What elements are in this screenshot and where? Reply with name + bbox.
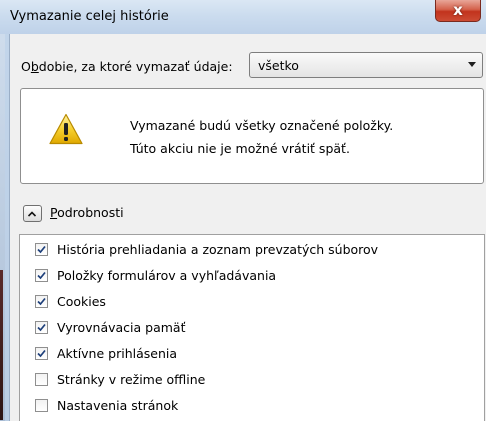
close-button[interactable]: x bbox=[435, 0, 481, 22]
checkmark-icon bbox=[37, 349, 46, 358]
list-item-label: Nastavenia stránok bbox=[57, 398, 179, 413]
window-left-edge bbox=[0, 0, 5, 421]
time-range-label: Obdobie, za ktoré vymazať údaje: bbox=[21, 59, 233, 74]
list-item-active-logins[interactable]: Aktívne prihlásenia bbox=[20, 341, 484, 367]
time-range-accesskey: b bbox=[30, 59, 39, 74]
list-item-history[interactable]: História prehliadania a zoznam prevzatýc… bbox=[20, 237, 484, 263]
warning-panel: Vymazané budú všetky označené položky. T… bbox=[20, 88, 484, 184]
checkbox-checked[interactable] bbox=[35, 321, 48, 334]
background-window-edge bbox=[0, 270, 3, 420]
list-item-label: Aktívne prihlásenia bbox=[57, 346, 178, 361]
title-bar: Vymazanie celej histórie x bbox=[0, 0, 486, 34]
window-title: Vymazanie celej histórie bbox=[10, 9, 169, 24]
checkmark-icon bbox=[37, 297, 46, 306]
checkbox-checked[interactable] bbox=[35, 347, 48, 360]
list-item-offline-pages[interactable]: Stránky v režime offline bbox=[20, 367, 484, 393]
details-label-part: odrobnosti bbox=[57, 205, 124, 220]
checkbox-unchecked[interactable] bbox=[35, 399, 48, 412]
time-range-value: všetko bbox=[258, 58, 299, 73]
checkbox-checked[interactable] bbox=[35, 243, 48, 256]
close-icon: x bbox=[453, 1, 463, 19]
list-item-cache[interactable]: Vyrovnávacia pamäť bbox=[20, 315, 484, 341]
list-item-cookies[interactable]: Cookies bbox=[20, 289, 484, 315]
list-item-forms[interactable]: Položky formulárov a vyhľadávania bbox=[20, 263, 484, 289]
checkbox-checked[interactable] bbox=[35, 295, 48, 308]
chevron-down-icon bbox=[468, 62, 476, 67]
checkbox-unchecked[interactable] bbox=[35, 373, 48, 386]
clear-history-dialog: Vymazanie celej histórie x Obdobie, za k… bbox=[0, 0, 486, 421]
warning-triangle-icon bbox=[49, 113, 83, 145]
warning-text-line-1: Vymazané budú všetky označené položky. bbox=[130, 118, 394, 133]
warning-text-line-2: Túto akciu nie je možné vrátiť späť. bbox=[130, 141, 350, 156]
list-item-site-settings[interactable]: Nastavenia stránok bbox=[20, 393, 484, 419]
list-item-label: Vyrovnávacia pamäť bbox=[57, 320, 186, 335]
time-range-label-part: dobie, za ktoré vymazať údaje: bbox=[38, 59, 233, 74]
dialog-body: Obdobie, za ktoré vymazať údaje: všetko … bbox=[9, 34, 486, 421]
chevron-up-icon bbox=[28, 211, 36, 217]
checkmark-icon bbox=[37, 323, 46, 332]
history-items-list: História prehliadania a zoznam prevzatýc… bbox=[19, 234, 485, 421]
checkbox-checked[interactable] bbox=[35, 269, 48, 282]
checkmark-icon bbox=[37, 271, 46, 280]
list-item-label: Položky formulárov a vyhľadávania bbox=[57, 268, 277, 283]
time-range-label-part: O bbox=[21, 59, 31, 74]
checkmark-icon bbox=[37, 245, 46, 254]
time-range-select[interactable]: všetko bbox=[249, 52, 483, 78]
list-item-label: Stránky v režime offline bbox=[57, 372, 206, 387]
list-item-label: Cookies bbox=[57, 294, 106, 309]
details-toggle-button[interactable] bbox=[23, 205, 42, 222]
details-label[interactable]: Podrobnosti bbox=[50, 205, 124, 220]
list-item-label: História prehliadania a zoznam prevzatýc… bbox=[57, 242, 379, 257]
